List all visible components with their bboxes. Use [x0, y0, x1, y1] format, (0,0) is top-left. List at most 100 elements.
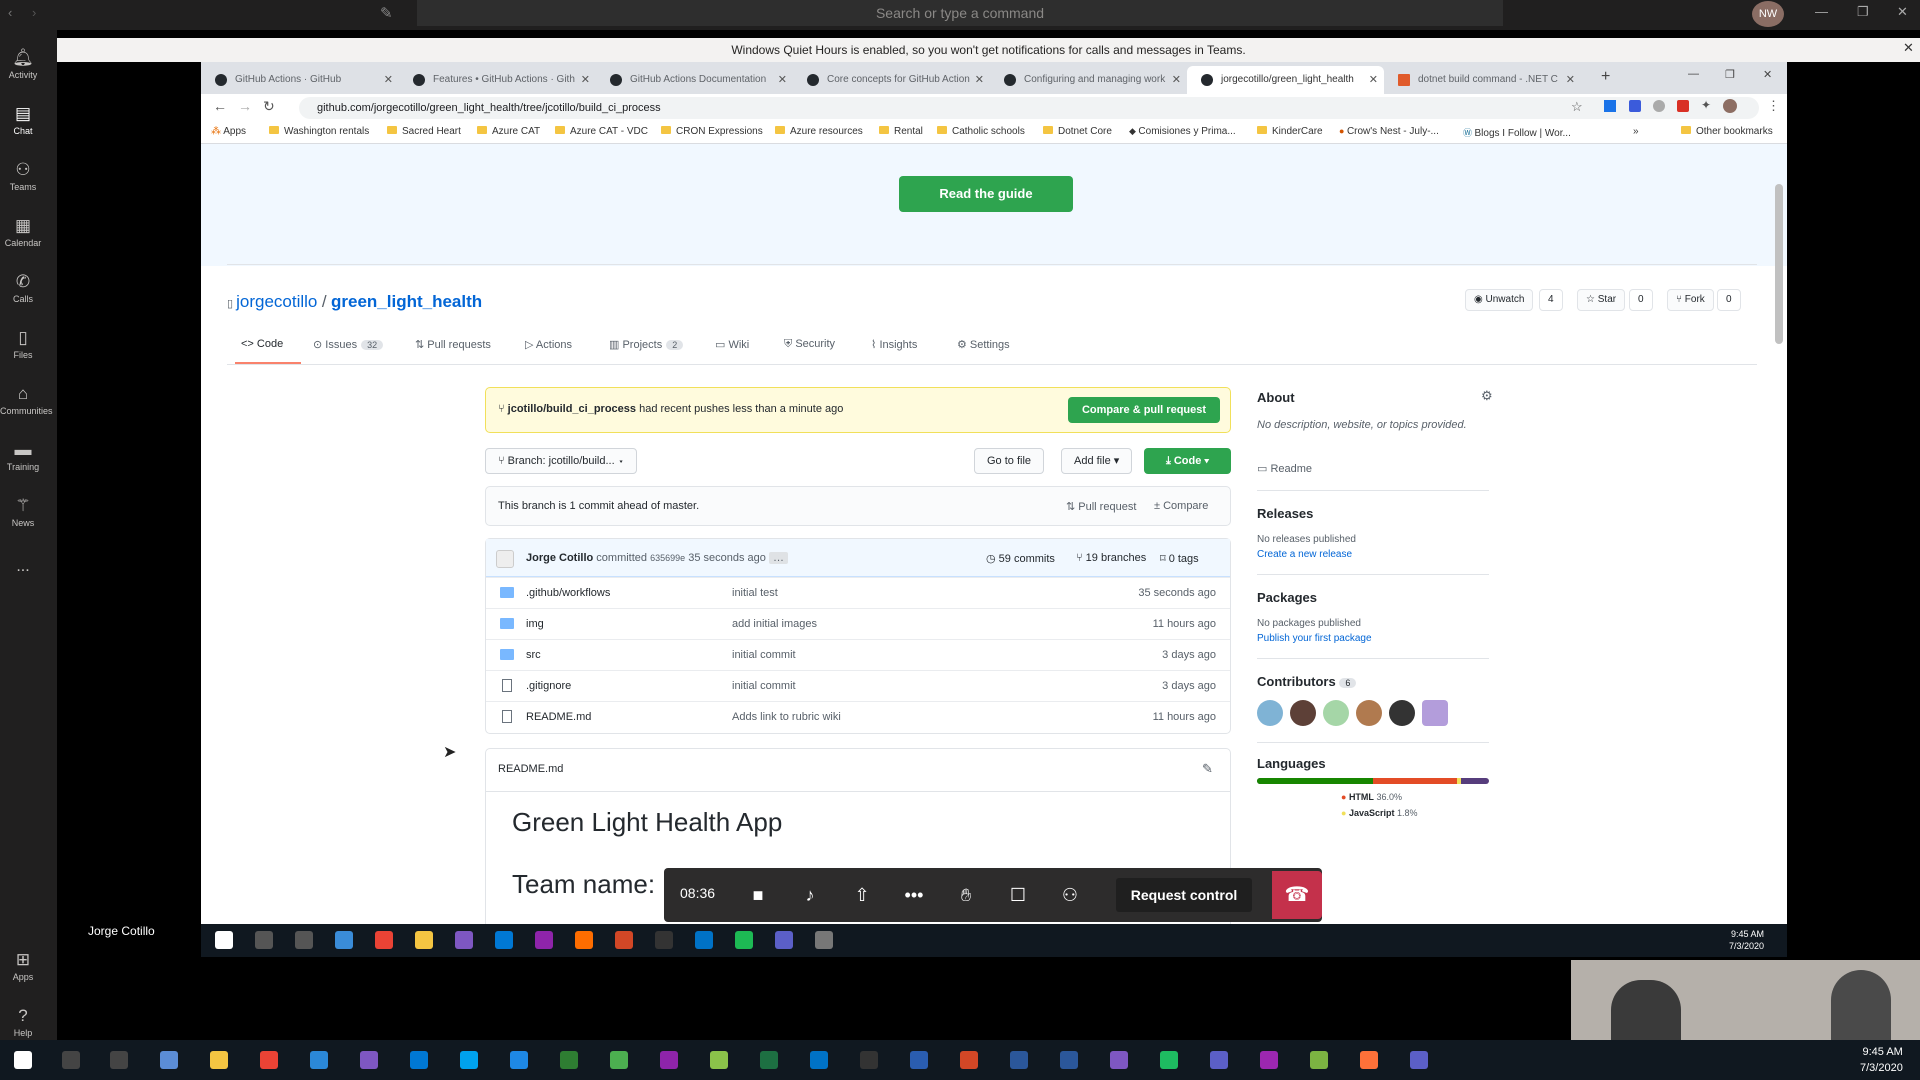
chat-icon[interactable]: ☐: [1006, 883, 1030, 907]
rail-chat[interactable]: ▤ Chat: [0, 104, 46, 136]
tab-close-icon[interactable]: ✕: [581, 66, 590, 94]
visio-icon[interactable]: [1010, 1051, 1028, 1069]
releases-heading[interactable]: Releases: [1257, 506, 1313, 521]
contributor-avatar[interactable]: [1356, 700, 1382, 726]
hang-up-button[interactable]: ☎: [1272, 871, 1322, 919]
bookmark-folder[interactable]: CRON Expressions: [661, 126, 763, 137]
bookmark-folder[interactable]: KinderCare: [1257, 126, 1323, 137]
compare-link[interactable]: ± Compare: [1154, 500, 1208, 512]
teams-search-input[interactable]: Search or type a command: [417, 0, 1503, 26]
pushed-branch-name[interactable]: jcotillo/build_ci_process: [508, 403, 636, 415]
commits-link[interactable]: ◷ 59 commits: [986, 552, 1055, 565]
camera-icon[interactable]: ■: [746, 883, 770, 907]
system-clock[interactable]: 9:45 AM 7/3/2020: [1860, 1044, 1903, 1076]
kebab-menu-icon[interactable]: ⋮: [1767, 98, 1780, 114]
excel-icon[interactable]: [760, 1051, 778, 1069]
powerpoint-icon[interactable]: [615, 931, 633, 949]
file-row[interactable]: img add initial images 11 hours ago: [486, 608, 1230, 639]
back-arrow-icon[interactable]: ‹: [8, 5, 12, 20]
tab-close-icon[interactable]: ✕: [1172, 66, 1181, 94]
app-icon[interactable]: [1210, 1051, 1228, 1069]
tab-close-icon[interactable]: ✕: [778, 66, 787, 94]
fork-button[interactable]: ⑂ Fork: [1667, 289, 1714, 311]
vscode-icon[interactable]: [495, 931, 513, 949]
contributor-avatar[interactable]: [1422, 700, 1448, 726]
search-icon[interactable]: [255, 931, 273, 949]
bookmark-folder[interactable]: Catholic schools: [937, 126, 1025, 137]
url-input[interactable]: github.com/jorgecotillo/green_light_heal…: [299, 97, 1759, 119]
window-close-icon[interactable]: ✕: [1763, 68, 1772, 81]
tab-wiki[interactable]: ▭ Wiki: [715, 338, 749, 351]
visual-studio-icon[interactable]: [360, 1051, 378, 1069]
create-release-link[interactable]: Create a new release: [1257, 549, 1352, 560]
bookmark-apps[interactable]: ⁂ Apps: [211, 126, 246, 137]
tab-settings[interactable]: ⚙ Settings: [957, 338, 1010, 351]
bookmark-folder[interactable]: Other bookmarks: [1681, 126, 1773, 137]
rail-apps[interactable]: ⊞ Apps: [0, 950, 46, 982]
vscode-icon[interactable]: [410, 1051, 428, 1069]
file-commit-message[interactable]: Adds link to rubric wiki: [732, 711, 841, 723]
bookmarks-overflow-icon[interactable]: »: [1633, 126, 1639, 137]
contributor-avatar[interactable]: [1323, 700, 1349, 726]
notepad-plus-icon[interactable]: [710, 1051, 728, 1069]
file-name[interactable]: .gitignore: [526, 680, 571, 692]
azure-icon[interactable]: [460, 1051, 478, 1069]
commit-sha[interactable]: 635699e: [650, 553, 685, 563]
teams-icon[interactable]: [775, 931, 793, 949]
visual-studio-icon[interactable]: [455, 931, 473, 949]
tab-close-icon[interactable]: ✕: [1566, 66, 1575, 94]
branch-selector[interactable]: ⑂ Branch: jcotillo/build... ▾: [485, 448, 638, 474]
bookmark-folder[interactable]: Azure CAT - VDC: [555, 126, 648, 137]
unwatch-button[interactable]: ◉ Unwatch: [1465, 289, 1534, 311]
go-to-file-button[interactable]: Go to file: [974, 448, 1045, 474]
language-item[interactable]: ● JavaScript 1.8%: [1341, 808, 1418, 818]
forward-icon[interactable]: →: [238, 98, 252, 114]
app-icon[interactable]: [1260, 1051, 1278, 1069]
repo-owner-link[interactable]: jorgecotillo: [236, 292, 317, 311]
close-icon[interactable]: ✕: [1897, 4, 1908, 20]
firefox-icon[interactable]: [1360, 1051, 1378, 1069]
banner-close-icon[interactable]: ✕: [1903, 40, 1914, 56]
bookmark-link[interactable]: Ⓦ Blogs I Follow | Wor...: [1463, 126, 1571, 139]
window-restore-icon[interactable]: ❐: [1725, 68, 1735, 81]
rail-files[interactable]: ▯ Files: [0, 328, 46, 360]
extension-icon[interactable]: [1653, 100, 1665, 112]
contributor-avatar[interactable]: [1257, 700, 1283, 726]
user-avatar[interactable]: NW: [1752, 1, 1784, 27]
bookmark-link[interactable]: ◆ Comisiones y Prima...: [1129, 126, 1236, 137]
contributor-avatar[interactable]: [1290, 700, 1316, 726]
file-commit-message[interactable]: initial commit: [732, 680, 796, 692]
tab-security[interactable]: ⛨ Security: [784, 338, 835, 351]
edit-pencil-icon[interactable]: ✎: [1202, 761, 1213, 777]
compose-icon[interactable]: ✎: [380, 4, 393, 22]
app-icon[interactable]: [510, 1051, 528, 1069]
code-download-button[interactable]: ⤓ Code ▾: [1144, 448, 1231, 474]
outlook-icon[interactable]: [695, 931, 713, 949]
file-row[interactable]: src initial commit 3 days ago: [486, 639, 1230, 670]
bookmark-link[interactable]: ● Crow's Nest - July-...: [1339, 126, 1439, 137]
cortana-icon[interactable]: [295, 931, 313, 949]
branches-link[interactable]: ⑂ 19 branches: [1076, 552, 1146, 564]
forward-arrow-icon[interactable]: ›: [32, 5, 36, 20]
extension-icon[interactable]: [1677, 100, 1689, 112]
rail-calendar[interactable]: ▦ Calendar: [0, 216, 46, 248]
tab-actions[interactable]: ▷ Actions: [525, 338, 572, 351]
tags-link[interactable]: ⌑ 0 tags: [1160, 552, 1199, 565]
profile-avatar[interactable]: [1723, 99, 1737, 113]
terminal-icon[interactable]: [655, 931, 673, 949]
rail-more[interactable]: ...: [0, 558, 46, 576]
app-icon[interactable]: [1160, 1051, 1178, 1069]
read-the-guide-button[interactable]: Read the guide: [899, 176, 1073, 212]
maximize-icon[interactable]: ❐: [1857, 4, 1869, 20]
onenote-icon[interactable]: [535, 931, 553, 949]
share-screen-icon[interactable]: ⇧: [850, 883, 874, 907]
minimize-icon[interactable]: —: [1815, 4, 1828, 19]
expand-commit-icon[interactable]: …: [768, 552, 788, 564]
file-name[interactable]: README.md: [526, 711, 591, 723]
app-icon[interactable]: [1310, 1051, 1328, 1069]
author-avatar[interactable]: [496, 550, 514, 568]
search-icon[interactable]: [62, 1051, 80, 1069]
app-icon[interactable]: [560, 1051, 578, 1069]
browser-tab-active[interactable]: jorgecotillo/green_light_health ✕: [1187, 66, 1384, 94]
windows-start-icon[interactable]: [215, 931, 233, 949]
